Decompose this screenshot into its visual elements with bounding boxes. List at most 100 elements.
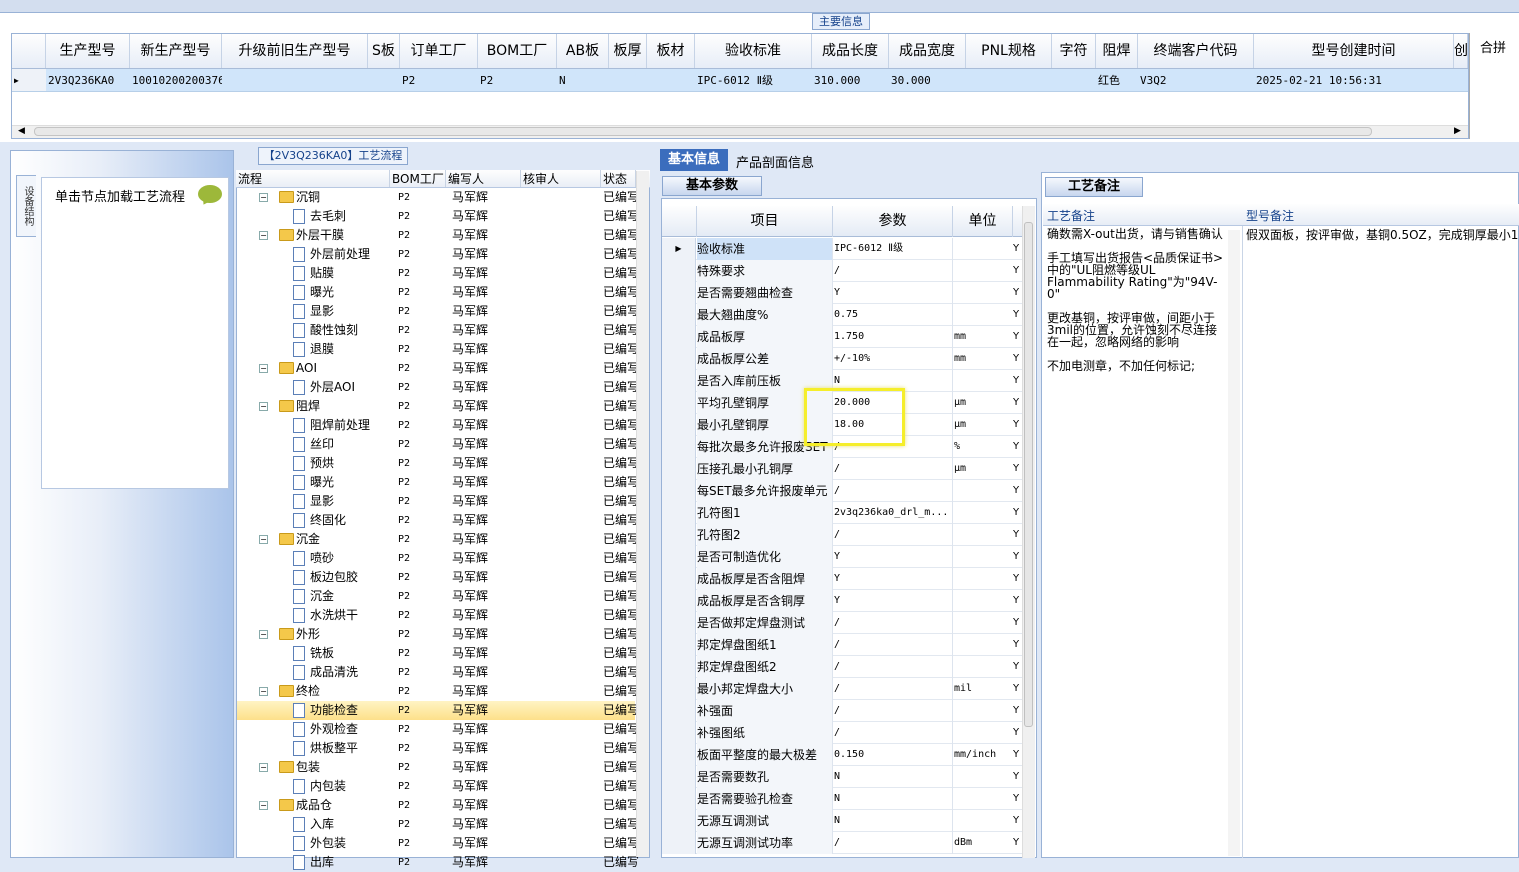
equipment-structure-tab[interactable]: 设备结构: [16, 175, 36, 237]
param-value[interactable]: +/-10%: [833, 348, 953, 370]
param-row[interactable]: 压接孔最小孔铜厚 / μm Y: [662, 458, 1022, 480]
param-row[interactable]: 孔符图1 2v3q236ka0_drl_m... Y: [662, 502, 1022, 524]
flow-col-author[interactable]: 编写人: [446, 170, 521, 187]
param-value[interactable]: IPC-6012 Ⅱ级: [833, 238, 953, 260]
flow-row[interactable]: 成品清洗 P2 马军辉 已编写: [237, 663, 639, 682]
flow-col-bom[interactable]: BOM工厂: [390, 170, 446, 187]
hscroll-thumb[interactable]: [34, 127, 1372, 136]
param-row[interactable]: 特殊要求 / Y: [662, 260, 1022, 282]
param-value[interactable]: 0.75: [833, 304, 953, 326]
main-cell[interactable]: [647, 69, 695, 91]
params-col-unit[interactable]: 单位: [953, 206, 1013, 237]
param-value[interactable]: Y: [833, 282, 953, 304]
flow-row[interactable]: 喷砂 P2 马军辉 已编写: [237, 549, 639, 568]
scroll-right-arrow[interactable]: ▶: [1454, 126, 1461, 136]
main-info-row[interactable]: ▶ 2V3Q236KA0 10010200200376 P2 P2 N IPC-6012 Ⅱ…: [12, 69, 1468, 92]
param-row[interactable]: 邦定焊盘图纸2/ Y: [662, 656, 1022, 678]
process-memo[interactable]: 确数需X-out出货，请与销售确认 手工填写出货报告<品质保证书>中的"UL阻燃…: [1047, 228, 1227, 372]
flow-row[interactable]: 终固化 P2 马军辉 已编写: [237, 511, 639, 530]
main-cell[interactable]: 2025-02-21 10:56:31: [1254, 69, 1454, 91]
main-cell[interactable]: IPC-6012 Ⅱ级: [695, 69, 812, 91]
param-value[interactable]: /: [833, 260, 953, 282]
scroll-left-arrow[interactable]: ◀: [18, 126, 25, 136]
subtab-basic-params[interactable]: 基本参数: [662, 176, 762, 196]
row-header[interactable]: [662, 304, 696, 326]
flow-col-process[interactable]: 流程: [236, 170, 390, 187]
param-value[interactable]: 2v3q236ka0_drl_m...: [833, 502, 953, 524]
main-cell[interactable]: [1052, 69, 1096, 91]
param-row[interactable]: 补强图纸 / Y: [662, 722, 1022, 744]
flow-row[interactable]: − 终检 P2 马军辉 已编写: [237, 682, 639, 701]
row-header[interactable]: [662, 392, 696, 414]
main-col-header[interactable]: 创: [1454, 34, 1468, 68]
row-header[interactable]: [662, 810, 696, 832]
collapse-toggle[interactable]: −: [259, 763, 268, 772]
param-value[interactable]: Y: [833, 546, 953, 568]
flow-row[interactable]: − 阻焊 P2 马军辉 已编写: [237, 397, 639, 416]
collapse-toggle[interactable]: −: [259, 231, 268, 240]
param-value[interactable]: /: [833, 634, 953, 656]
param-value[interactable]: /: [833, 612, 953, 634]
main-col-header[interactable]: AB板: [557, 34, 609, 68]
param-value[interactable]: 1.750: [833, 326, 953, 348]
param-value[interactable]: /: [833, 524, 953, 546]
row-header[interactable]: [662, 744, 696, 766]
param-row[interactable]: 是否需要数孔 N Y: [662, 766, 1022, 788]
main-cell[interactable]: 310.000: [812, 69, 889, 91]
flow-row[interactable]: 显影 P2 马军辉 已编写: [237, 492, 639, 511]
flow-row[interactable]: 外层AOI P2 马军辉 已编写: [237, 378, 639, 397]
param-row[interactable]: 是否做邦定焊盘测试 / Y: [662, 612, 1022, 634]
flow-row[interactable]: 沉金 P2 马军辉 已编写: [237, 587, 639, 606]
param-row[interactable]: 成品板厚是否含铜厚 Y Y: [662, 590, 1022, 612]
main-col-header[interactable]: 成品长度: [812, 34, 889, 68]
main-col-header[interactable]: 字符: [1052, 34, 1096, 68]
collapse-toggle[interactable]: −: [259, 364, 268, 373]
main-cell[interactable]: 2V3Q236KA0: [46, 69, 130, 91]
main-cell[interactable]: 30.000: [889, 69, 966, 91]
param-row[interactable]: 补强面 / Y: [662, 700, 1022, 722]
tab-basic-info[interactable]: 基本信息: [660, 149, 728, 171]
param-value[interactable]: N: [833, 810, 953, 832]
row-header[interactable]: ▶: [662, 238, 696, 260]
main-cell[interactable]: N: [557, 69, 609, 91]
row-header[interactable]: [662, 480, 696, 502]
row-header[interactable]: [662, 260, 696, 282]
row-header[interactable]: [662, 546, 696, 568]
main-cell[interactable]: 10010200200376: [130, 69, 222, 91]
param-value[interactable]: /: [833, 678, 953, 700]
row-header[interactable]: [662, 590, 696, 612]
main-col-header[interactable]: 终端客户代码: [1138, 34, 1254, 68]
row-header[interactable]: [662, 832, 696, 854]
flow-row[interactable]: − AOI P2 马军辉 已编写: [237, 359, 639, 378]
flow-row[interactable]: − 外形 P2 马军辉 已编写: [237, 625, 639, 644]
flow-row[interactable]: 外包装 P2 马军辉 已编写: [237, 834, 639, 853]
main-cell[interactable]: [222, 69, 368, 91]
flow-row[interactable]: 曝光 P2 马军辉 已编写: [237, 473, 639, 492]
main-cell[interactable]: P2: [400, 69, 478, 91]
flow-row[interactable]: − 沉铜 P2 马军辉 已编写: [237, 188, 639, 207]
flow-col-reviewer[interactable]: 核审人: [521, 170, 601, 187]
param-row[interactable]: 是否可制造优化 Y Y: [662, 546, 1022, 568]
row-header[interactable]: [662, 656, 696, 678]
flow-row[interactable]: 铣板 P2 马军辉 已编写: [237, 644, 639, 663]
row-header[interactable]: [662, 788, 696, 810]
row-header[interactable]: [662, 524, 696, 546]
main-col-header[interactable]: S板: [368, 34, 400, 68]
main-col-header[interactable]: 板厚: [609, 34, 647, 68]
flow-row[interactable]: 烘板整平 P2 马军辉 已编写: [237, 739, 639, 758]
flow-row[interactable]: 出库 P2 马军辉 已编写: [237, 853, 639, 872]
param-row[interactable]: 孔符图2/ Y: [662, 524, 1022, 546]
flow-row[interactable]: 显影 P2 马军辉 已编写: [237, 302, 639, 321]
main-cell[interactable]: [609, 69, 647, 91]
param-value[interactable]: Y: [833, 590, 953, 612]
param-row[interactable]: 无源互调测试 N Y: [662, 810, 1022, 832]
param-row[interactable]: 成品板厚公差 +/-10% mm Y: [662, 348, 1022, 370]
param-value[interactable]: N: [833, 788, 953, 810]
param-value[interactable]: 0.150: [833, 744, 953, 766]
flow-scrollbar[interactable]: [636, 171, 649, 857]
tab-profile-info[interactable]: 产品剖面信息: [736, 152, 814, 171]
main-cell[interactable]: 红色: [1096, 69, 1138, 91]
tab-process-notes[interactable]: 工艺备注: [1045, 177, 1143, 197]
collapse-toggle[interactable]: −: [259, 687, 268, 696]
main-cell[interactable]: [1454, 69, 1468, 91]
